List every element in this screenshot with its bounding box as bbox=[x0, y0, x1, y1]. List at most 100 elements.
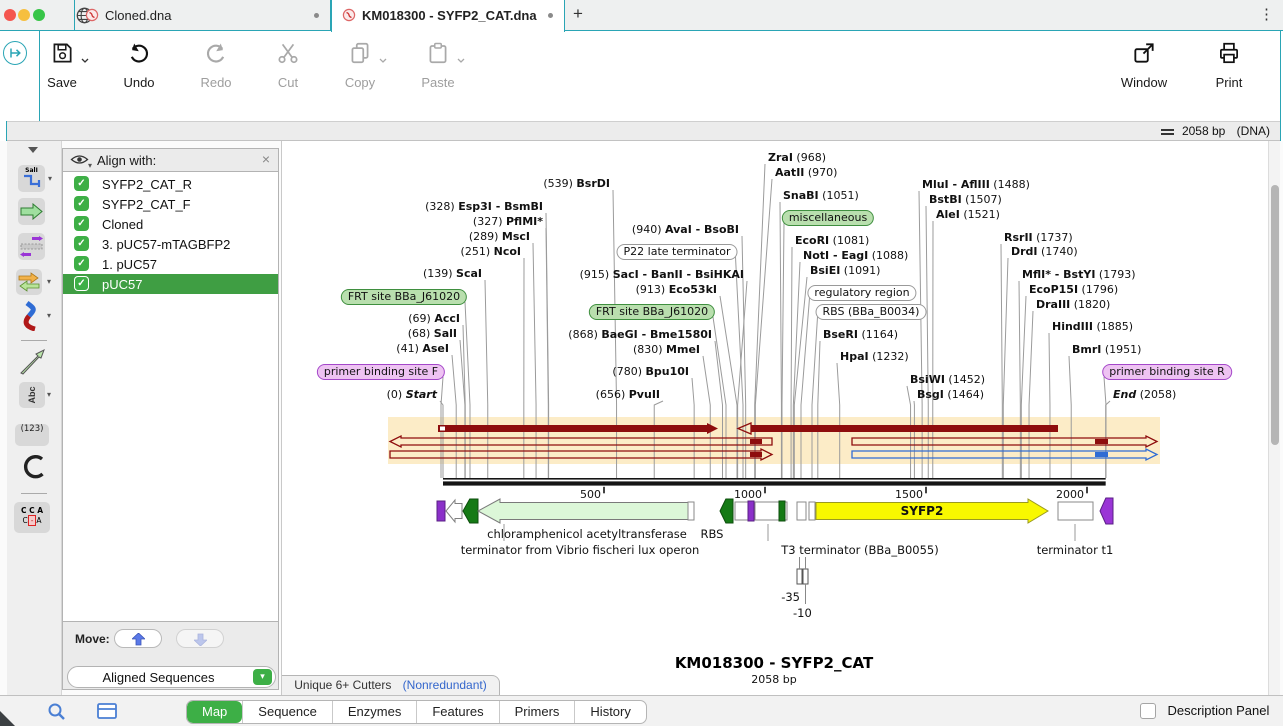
align-list-item[interactable]: ✓SYFP2_CAT_F bbox=[63, 194, 278, 214]
aligned-sequences-dropdown[interactable]: Aligned Sequences ▾ bbox=[67, 666, 276, 688]
numbering-button[interactable]: (123) bbox=[15, 424, 49, 446]
gc-content-button[interactable] bbox=[21, 301, 45, 331]
collapse-arrow-icon[interactable] bbox=[28, 147, 38, 153]
checkbox-icon[interactable]: ✓ bbox=[74, 216, 89, 231]
enzyme-label[interactable]: (539) BsrDI bbox=[543, 177, 610, 190]
close-icon[interactable]: × bbox=[262, 151, 270, 167]
chevron-down-icon[interactable]: ▾ bbox=[88, 161, 92, 170]
enzyme-label[interactable]: RsrII (1737) bbox=[1004, 231, 1073, 244]
enzyme-label[interactable]: (915) SacI - BanII - BsiHKAI bbox=[580, 268, 744, 281]
enzyme-label[interactable]: BsgI (1464) bbox=[917, 388, 984, 401]
feature-label-box[interactable]: primer binding site R bbox=[1102, 364, 1232, 380]
chevron-down-icon[interactable]: ▾ bbox=[47, 311, 51, 320]
enzyme-label[interactable]: (940) AvaI - BsoBI bbox=[632, 223, 739, 236]
checkbox-icon[interactable] bbox=[1140, 703, 1156, 719]
enzyme-label[interactable]: BstBI (1507) bbox=[929, 193, 1002, 206]
checkbox-icon[interactable]: ✓ bbox=[74, 256, 89, 271]
map-scrollbar[interactable] bbox=[1268, 141, 1280, 695]
undo-button[interactable]: Undo bbox=[108, 40, 170, 90]
enzyme-label[interactable]: SnaBI (1051) bbox=[783, 189, 859, 202]
align-list-item[interactable]: ✓pUC57 bbox=[63, 274, 278, 294]
resize-corner[interactable] bbox=[0, 711, 15, 726]
enzyme-label[interactable]: (913) Eco53kI bbox=[636, 283, 717, 296]
checkbox-icon[interactable]: ✓ bbox=[74, 196, 89, 211]
close-traffic-light[interactable] bbox=[4, 9, 16, 21]
enzyme-label[interactable]: BsiWI (1452) bbox=[910, 373, 985, 386]
chevron-down-icon[interactable]: ▾ bbox=[47, 390, 51, 399]
align-list-item[interactable]: ✓SYFP2_CAT_R bbox=[63, 174, 278, 194]
align-list-item[interactable]: ✓3. pUC57-mTAGBFP2 bbox=[63, 234, 278, 254]
checkbox-icon[interactable]: ✓ bbox=[74, 176, 89, 191]
enzyme-label[interactable]: (0) Start bbox=[387, 388, 437, 401]
mismatch-button[interactable]: C C A C-A bbox=[14, 502, 50, 533]
enzyme-label[interactable]: ZraI (968) bbox=[768, 151, 826, 164]
enzyme-label[interactable]: End (2058) bbox=[1113, 388, 1176, 401]
print-button[interactable]: Print bbox=[1198, 40, 1260, 90]
feature-label-box[interactable]: FRT site BBa_J61020 bbox=[589, 304, 715, 320]
dropdown-chevron-button[interactable]: ▾ bbox=[253, 669, 272, 685]
enzyme-label[interactable]: (68) SalI bbox=[408, 327, 457, 340]
overflow-menu-button[interactable]: ⋮ bbox=[1259, 5, 1274, 23]
window-button[interactable]: Window bbox=[1113, 40, 1175, 90]
enzyme-sites-button[interactable]: SalI bbox=[18, 165, 45, 192]
draw-primer-button[interactable] bbox=[18, 347, 48, 382]
chevron-down-icon[interactable]: ▾ bbox=[48, 174, 52, 183]
tab-km018300[interactable]: KM018300 - SYFP2_CAT.dna bbox=[331, 0, 565, 32]
enzyme-label[interactable]: EcoRI (1081) bbox=[795, 234, 869, 247]
tab-primers[interactable]: Primers bbox=[499, 701, 575, 723]
enzyme-label[interactable]: BmrI (1951) bbox=[1072, 343, 1141, 356]
tab-history[interactable]: History bbox=[574, 701, 645, 723]
enzyme-label[interactable]: BseRI (1164) bbox=[823, 328, 898, 341]
align-list-item[interactable]: ✓Cloned bbox=[63, 214, 278, 234]
enzyme-label[interactable]: MflI* - BstYI (1793) bbox=[1022, 268, 1136, 281]
translations-button[interactable] bbox=[16, 269, 42, 295]
description-panel-toggle[interactable]: Description Panel bbox=[1140, 702, 1269, 720]
enzyme-label[interactable]: DraIII (1820) bbox=[1036, 298, 1110, 311]
feature-label-box[interactable]: RBS (BBa_B0034) bbox=[816, 304, 927, 320]
feature-label-box[interactable]: regulatory region bbox=[807, 285, 916, 301]
enzyme-label[interactable]: (868) BaeGI - Bme1580I bbox=[568, 328, 712, 341]
feature-label-box[interactable]: FRT site BBa_J61020 bbox=[341, 289, 467, 305]
enzyme-label[interactable]: (41) AseI bbox=[396, 342, 449, 355]
eye-icon[interactable] bbox=[70, 153, 89, 171]
enzyme-label[interactable]: (780) Bpu10I bbox=[612, 365, 689, 378]
enzyme-label[interactable]: AleI (1521) bbox=[936, 208, 1000, 221]
checkbox-icon[interactable]: ✓ bbox=[74, 276, 89, 291]
enzyme-label[interactable]: BsiEI (1091) bbox=[810, 264, 880, 277]
text-labels-button[interactable]: Abc bbox=[19, 382, 45, 408]
feature-label-box[interactable]: miscellaneous bbox=[782, 210, 874, 226]
enzyme-label[interactable]: HpaI (1232) bbox=[840, 350, 909, 363]
enzyme-label[interactable]: (656) PvuII bbox=[596, 388, 660, 401]
tab-map[interactable]: Map bbox=[187, 701, 242, 723]
enzyme-label[interactable]: NotI - EagI (1088) bbox=[803, 249, 908, 262]
new-tab-button[interactable]: + bbox=[573, 4, 583, 24]
save-button[interactable]: Save bbox=[31, 40, 93, 90]
enzyme-label[interactable]: AatII (970) bbox=[775, 166, 837, 179]
enzyme-label[interactable]: (251) NcoI bbox=[461, 245, 521, 258]
align-list-item[interactable]: ✓1. pUC57 bbox=[63, 254, 278, 274]
zoom-traffic-light[interactable] bbox=[33, 9, 45, 21]
paste-button[interactable]: Paste bbox=[407, 40, 469, 90]
search-icon[interactable] bbox=[47, 702, 66, 726]
enzyme-label[interactable]: HindIII (1885) bbox=[1052, 320, 1133, 333]
minimize-traffic-light[interactable] bbox=[18, 9, 30, 21]
move-down-button[interactable] bbox=[176, 629, 224, 648]
enzyme-label[interactable]: (327) PflMI* bbox=[473, 215, 543, 228]
scrollbar-thumb[interactable] bbox=[1271, 185, 1279, 445]
move-up-button[interactable] bbox=[114, 629, 162, 648]
enzyme-label[interactable]: (328) Esp3I - BsmBI bbox=[425, 200, 543, 213]
circular-toggle-button[interactable] bbox=[22, 454, 47, 485]
features-button[interactable] bbox=[18, 198, 45, 225]
enzyme-label[interactable]: (139) ScaI bbox=[423, 267, 482, 280]
tab-features[interactable]: Features bbox=[416, 701, 498, 723]
enzyme-label[interactable]: DrdI (1740) bbox=[1011, 245, 1078, 258]
enzyme-label[interactable]: MluI - AflIII (1488) bbox=[922, 178, 1030, 191]
redo-button[interactable]: Redo bbox=[185, 40, 247, 90]
feature-label-box[interactable]: primer binding site F bbox=[317, 364, 445, 380]
primers-button[interactable] bbox=[18, 233, 45, 260]
enzyme-label[interactable]: (830) MmeI bbox=[633, 343, 700, 356]
tab-sequence[interactable]: Sequence bbox=[242, 701, 332, 723]
enzyme-label[interactable]: EcoP15I (1796) bbox=[1029, 283, 1118, 296]
chevron-down-icon[interactable]: ▾ bbox=[47, 277, 51, 286]
tab-enzymes[interactable]: Enzymes bbox=[332, 701, 416, 723]
